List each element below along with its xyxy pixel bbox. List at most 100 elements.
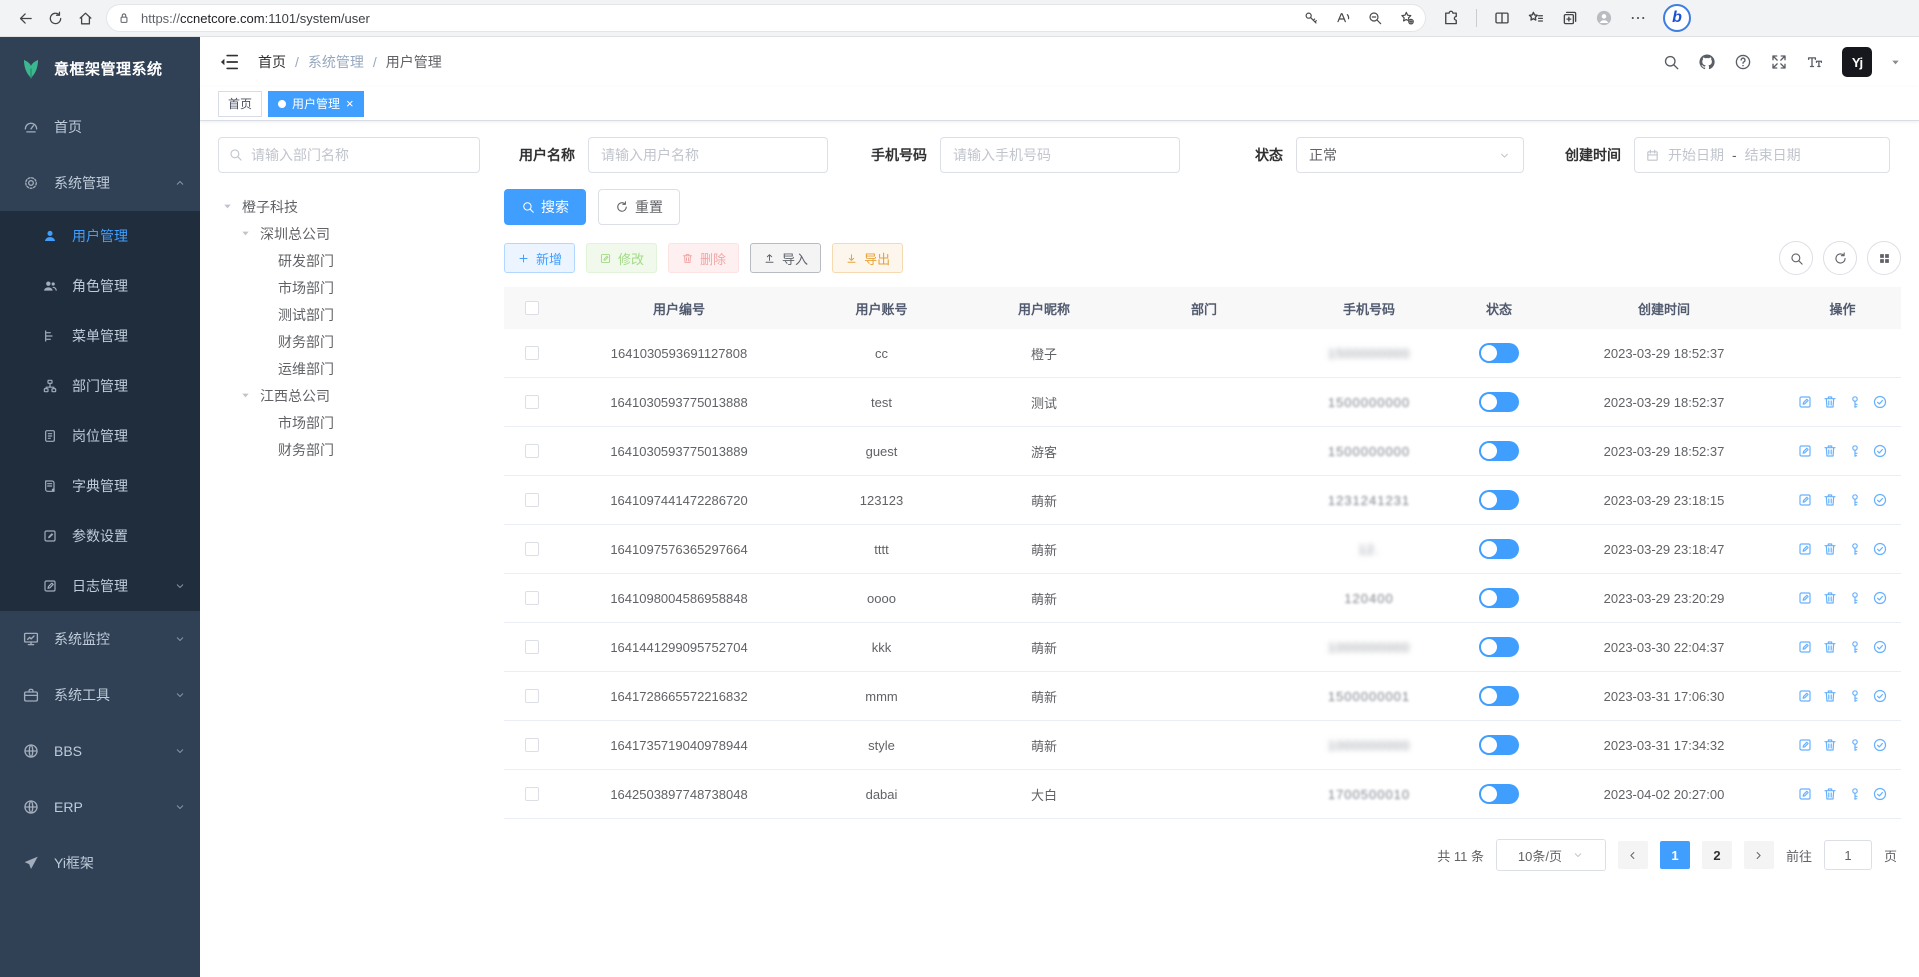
sidebar-item-部门管理[interactable]: 部门管理 xyxy=(0,361,200,411)
tree-node-市场部门[interactable]: 市场部门 xyxy=(218,409,504,436)
row-checkbox[interactable] xyxy=(525,689,539,703)
close-icon[interactable]: × xyxy=(346,97,354,110)
profile-avatar-icon[interactable] xyxy=(1595,9,1613,27)
breadcrumb-system[interactable]: 系统管理 xyxy=(308,52,364,72)
新增-button[interactable]: 新增 xyxy=(504,243,575,273)
删除-button[interactable]: 删除 xyxy=(668,243,739,273)
more-dots-icon[interactable] xyxy=(1629,9,1647,27)
password-key-icon[interactable] xyxy=(1303,10,1319,26)
header-search-icon[interactable] xyxy=(1662,53,1680,71)
reset-password-button[interactable] xyxy=(1847,639,1863,655)
status-toggle[interactable] xyxy=(1479,441,1519,461)
row-checkbox[interactable] xyxy=(525,493,539,507)
delete-row-button[interactable] xyxy=(1822,639,1838,655)
sidebar-item-字典管理[interactable]: 字典管理 xyxy=(0,461,200,511)
edit-row-button[interactable] xyxy=(1797,394,1813,410)
tree-node-江西总公司[interactable]: 江西总公司 xyxy=(218,382,504,409)
reset-password-button[interactable] xyxy=(1847,688,1863,704)
edit-row-button[interactable] xyxy=(1797,688,1813,704)
extensions-icon[interactable] xyxy=(1442,9,1460,27)
fullscreen-icon[interactable] xyxy=(1770,53,1788,71)
sidebar-item-BBS[interactable]: BBS xyxy=(0,723,200,779)
sidebar-item-home[interactable]: 首页 xyxy=(0,99,200,155)
sidebar-item-日志管理[interactable]: 日志管理 xyxy=(0,561,200,611)
assign-role-button[interactable] xyxy=(1872,688,1888,704)
row-checkbox[interactable] xyxy=(525,591,539,605)
page-size-select[interactable]: 10条/页 xyxy=(1496,839,1606,871)
reset-button[interactable]: 重置 xyxy=(598,189,680,225)
delete-row-button[interactable] xyxy=(1822,541,1838,557)
copilot-icon[interactable]: b xyxy=(1663,4,1691,32)
sidebar-item-系统工具[interactable]: 系统工具 xyxy=(0,667,200,723)
edit-row-button[interactable] xyxy=(1797,541,1813,557)
edit-row-button[interactable] xyxy=(1797,443,1813,459)
status-toggle[interactable] xyxy=(1479,588,1519,608)
reset-password-button[interactable] xyxy=(1847,541,1863,557)
assign-role-button[interactable] xyxy=(1872,443,1888,459)
select-all-checkbox[interactable] xyxy=(525,301,539,315)
delete-row-button[interactable] xyxy=(1822,737,1838,753)
help-icon[interactable] xyxy=(1734,53,1752,71)
reset-password-button[interactable] xyxy=(1847,443,1863,459)
assign-role-button[interactable] xyxy=(1872,639,1888,655)
edit-row-button[interactable] xyxy=(1797,786,1813,802)
status-toggle[interactable] xyxy=(1479,784,1519,804)
assign-role-button[interactable] xyxy=(1872,394,1888,410)
status-toggle[interactable] xyxy=(1479,392,1519,412)
row-checkbox[interactable] xyxy=(525,787,539,801)
goto-page-input[interactable] xyxy=(1824,840,1872,870)
browser-back-button[interactable] xyxy=(10,3,40,33)
sidebar-item-系统管理[interactable]: 系统管理 xyxy=(0,155,200,211)
sidebar-item-用户管理[interactable]: 用户管理 xyxy=(0,211,200,261)
status-toggle[interactable] xyxy=(1479,490,1519,510)
row-checkbox[interactable] xyxy=(525,395,539,409)
date-range-picker[interactable]: 开始日期 - 结束日期 xyxy=(1634,137,1890,173)
status-select[interactable]: 正常 xyxy=(1296,137,1524,173)
browser-reload-button[interactable] xyxy=(40,3,70,33)
status-toggle[interactable] xyxy=(1479,686,1519,706)
修改-button[interactable]: 修改 xyxy=(586,243,657,273)
next-page-button[interactable] xyxy=(1744,841,1774,869)
caret-down-icon[interactable] xyxy=(240,228,256,239)
assign-role-button[interactable] xyxy=(1872,737,1888,753)
github-icon[interactable] xyxy=(1698,53,1716,71)
tree-node-研发部门[interactable]: 研发部门 xyxy=(218,247,504,274)
delete-row-button[interactable] xyxy=(1822,492,1838,508)
browser-home-button[interactable] xyxy=(70,3,100,33)
sidebar-item-系统监控[interactable]: 系统监控 xyxy=(0,611,200,667)
dept-name-input[interactable] xyxy=(218,137,480,173)
phone-input[interactable] xyxy=(940,137,1180,173)
prev-page-button[interactable] xyxy=(1618,841,1648,869)
reset-password-button[interactable] xyxy=(1847,737,1863,753)
reset-password-button[interactable] xyxy=(1847,394,1863,410)
edit-row-button[interactable] xyxy=(1797,737,1813,753)
font-size-icon[interactable] xyxy=(1806,53,1824,71)
sidebar-item-岗位管理[interactable]: 岗位管理 xyxy=(0,411,200,461)
delete-row-button[interactable] xyxy=(1822,394,1838,410)
username-input[interactable] xyxy=(588,137,828,173)
status-toggle[interactable] xyxy=(1479,343,1519,363)
sidebar-item-菜单管理[interactable]: 菜单管理 xyxy=(0,311,200,361)
sidebar-item-角色管理[interactable]: 角色管理 xyxy=(0,261,200,311)
breadcrumb-home[interactable]: 首页 xyxy=(258,52,286,72)
sidebar-item-ERP[interactable]: ERP xyxy=(0,779,200,835)
delete-row-button[interactable] xyxy=(1822,688,1838,704)
reset-password-button[interactable] xyxy=(1847,590,1863,606)
row-checkbox[interactable] xyxy=(525,346,539,360)
collapse-sidebar-icon[interactable] xyxy=(218,51,240,73)
delete-row-button[interactable] xyxy=(1822,590,1838,606)
sidebar-item-Yi框架[interactable]: Yi框架 xyxy=(0,835,200,891)
chevron-down-icon[interactable] xyxy=(1890,57,1901,68)
add-favorite-icon[interactable] xyxy=(1399,10,1415,26)
caret-down-icon[interactable] xyxy=(240,390,256,401)
tree-node-深圳总公司[interactable]: 深圳总公司 xyxy=(218,220,504,247)
reset-password-button[interactable] xyxy=(1847,786,1863,802)
edit-row-button[interactable] xyxy=(1797,590,1813,606)
assign-role-button[interactable] xyxy=(1872,492,1888,508)
sidebar-item-参数设置[interactable]: 参数设置 xyxy=(0,511,200,561)
zoom-out-icon[interactable] xyxy=(1367,10,1383,26)
address-bar[interactable]: https://ccnetcore.com:1101/system/user xyxy=(106,4,1426,32)
edit-row-button[interactable] xyxy=(1797,639,1813,655)
tree-node-财务部门[interactable]: 财务部门 xyxy=(218,436,504,463)
tree-node-测试部门[interactable]: 测试部门 xyxy=(218,301,504,328)
